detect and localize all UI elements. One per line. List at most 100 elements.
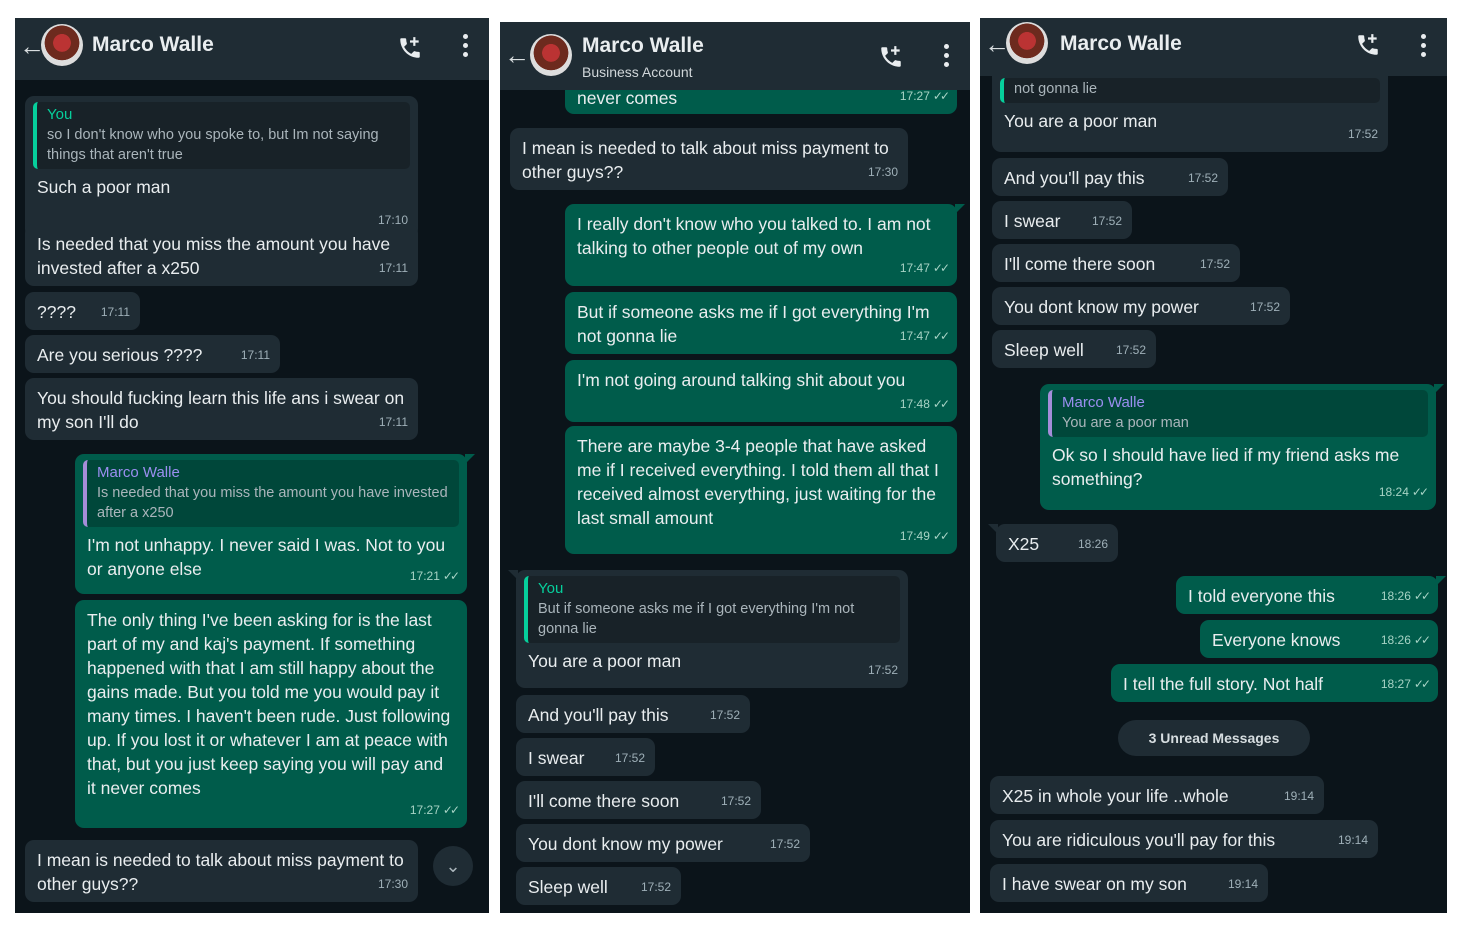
message-text: Ok so I should have lied if my friend as… (1052, 445, 1400, 489)
message-bubble[interactable]: Are you serious ???? 17:11 (25, 335, 280, 373)
read-ticks-icon: ✓✓ (932, 89, 950, 103)
avatar[interactable] (1006, 22, 1048, 64)
quote-author: You (538, 580, 564, 597)
message-text: Sleep well (528, 877, 608, 897)
message-text: And you'll pay this (1004, 168, 1145, 188)
avatar[interactable] (41, 24, 83, 66)
message-bubble[interactable]: I have swear on my son 19:14 (990, 864, 1268, 902)
message-time: 17:52 (640, 880, 671, 894)
message-text: X25 in whole your life ..whole (1002, 786, 1229, 806)
read-ticks-icon: ✓✓ (1413, 633, 1431, 647)
message-time: 17:52 (1199, 257, 1230, 271)
quote-author: You (47, 106, 73, 123)
contact-name[interactable]: Marco Walle (1060, 32, 1182, 56)
chat-screenshot-1: ← Marco Walle You so I don't know who yo… (15, 18, 489, 913)
message-text: I swear (1004, 211, 1061, 231)
message-bubble[interactable]: The only thing I've been asking for is t… (75, 600, 467, 828)
message-time: 18:26 ✓✓ (1380, 589, 1431, 603)
add-call-icon[interactable] (397, 35, 423, 61)
message-time: 19:14 (1227, 877, 1258, 891)
message-bubble[interactable]: I swear 17:52 (992, 201, 1132, 239)
message-time: 17:30 (867, 165, 898, 179)
message-bubble[interactable]: You so I don't know who you spoke to, bu… (25, 96, 418, 238)
message-bubble[interactable]: X25 in whole your life ..whole 19:14 (990, 776, 1324, 814)
message-time: 17:11 (240, 348, 270, 362)
message-text: You are ridiculous you'll pay for this (1002, 830, 1276, 850)
message-time: 18:27 ✓✓ (1380, 677, 1431, 691)
message-bubble[interactable]: You dont know my power 17:52 (992, 287, 1290, 325)
message-bubble[interactable]: And you'll pay this 17:52 (992, 158, 1228, 196)
quoted-reply[interactable]: You But if someone asks me if I got ever… (524, 576, 900, 643)
add-call-icon[interactable] (878, 44, 904, 70)
message-bubble[interactable]: Is needed that you miss the amount you h… (25, 224, 418, 286)
message-bubble[interactable]: X25 18:26 (988, 524, 1118, 562)
message-text: I told everyone this (1188, 586, 1335, 606)
scroll-down-icon[interactable]: ⌄ (433, 846, 473, 886)
message-bubble[interactable]: Marco Walle You are a poor man Ok so I s… (1040, 384, 1444, 510)
message-bubble[interactable]: Everyone knows 18:26 ✓✓ (1200, 620, 1438, 658)
avatar[interactable] (530, 34, 572, 76)
quoted-reply[interactable]: Marco Walle You are a poor man (1048, 390, 1428, 437)
message-text: I'm not unhappy. I never said I was. Not… (87, 535, 446, 579)
message-bubble[interactable]: ???? 17:11 (25, 292, 140, 330)
message-text: Everyone knows (1212, 630, 1341, 650)
more-options-icon[interactable] (1421, 34, 1427, 60)
message-text: You should fucking learn this life ans i… (37, 388, 405, 432)
read-ticks-icon: ✓✓ (932, 397, 950, 411)
message-bubble[interactable]: I really don't know who you talked to. I… (565, 204, 965, 286)
read-ticks-icon: ✓✓ (1413, 677, 1431, 691)
more-options-icon[interactable] (944, 44, 950, 70)
message-bubble[interactable]: And you'll pay this 17:52 (516, 695, 750, 733)
read-ticks-icon: ✓✓ (932, 529, 950, 543)
message-time: 17:52 (709, 708, 740, 722)
back-arrow-icon[interactable]: ← (504, 42, 530, 68)
message-text: I'll come there soon (1004, 254, 1156, 274)
message-text: never comes (577, 88, 678, 108)
quoted-reply[interactable]: You so I don't know who you spoke to, bu… (33, 102, 410, 169)
message-bubble[interactable]: I mean is needed to talk about miss paym… (510, 128, 908, 190)
quoted-reply[interactable]: not gonna lie (1000, 78, 1380, 103)
message-bubble[interactable]: I'm not going around talking shit about … (565, 360, 957, 422)
message-text: Sleep well (1004, 340, 1084, 360)
message-time: 17:47 ✓✓ (899, 329, 950, 343)
add-call-icon[interactable] (1355, 32, 1381, 58)
message-bubble[interactable]: There are maybe 3-4 people that have ask… (565, 426, 957, 554)
message-time: 19:14 (1337, 833, 1368, 847)
message-bubble[interactable]: Sleep well 17:52 (516, 867, 681, 905)
message-time: 19:14 (1283, 789, 1314, 803)
message-bubble[interactable]: You are ridiculous you'll pay for this 1… (990, 820, 1378, 858)
read-ticks-icon: ✓✓ (442, 803, 460, 817)
chat-header: ← Marco Walle Business Account (500, 22, 970, 90)
message-bubble[interactable]: Marco Walle Is needed that you miss the … (75, 454, 475, 594)
quoted-reply[interactable]: Marco Walle Is needed that you miss the … (83, 460, 459, 527)
read-ticks-icon: ✓✓ (932, 261, 950, 275)
message-text: I'm not going around talking shit about … (577, 370, 906, 390)
message-bubble[interactable]: I'll come there soon 17:52 (992, 244, 1240, 282)
contact-name[interactable]: Marco Walle (92, 33, 214, 57)
chat-screenshot-2: ← Marco Walle Business Account never com… (500, 22, 970, 913)
message-time: 17:30 (377, 877, 408, 891)
message-bubble[interactable]: I tell the full story. Not half 18:27 ✓✓ (1111, 664, 1438, 702)
message-text: X25 (1008, 534, 1040, 554)
message-bubble[interactable]: I swear 17:52 (516, 738, 655, 776)
read-ticks-icon: ✓✓ (442, 569, 460, 583)
contact-name[interactable]: Marco Walle (582, 34, 704, 58)
message-bubble[interactable]: I mean is needed to talk about miss paym… (25, 840, 418, 902)
message-time: 17:49 ✓✓ (899, 529, 950, 543)
message-time: 17:11 (378, 261, 408, 275)
message-bubble[interactable]: I'll come there soon 17:52 (516, 781, 761, 819)
message-bubble[interactable]: But if someone asks me if I got everythi… (565, 292, 957, 354)
message-bubble[interactable]: Sleep well 17:52 (992, 330, 1156, 368)
message-text: I really don't know who you talked to. I… (577, 214, 931, 258)
message-bubble[interactable]: You dont know my power 17:52 (516, 824, 810, 862)
message-time: 17:21 ✓✓ (409, 569, 460, 583)
message-time: 17:52 (1187, 171, 1218, 185)
message-bubble[interactable]: I told everyone this 18:26 ✓✓ (1176, 576, 1446, 614)
more-options-icon[interactable] (463, 34, 469, 60)
message-bubble[interactable]: You But if someone asks me if I got ever… (508, 570, 908, 688)
quote-text: You are a poor man (1062, 415, 1189, 431)
quote-text: But if someone asks me if I got everythi… (538, 601, 855, 637)
message-time: 18:26 (1077, 537, 1108, 551)
quote-author: Marco Walle (1062, 394, 1145, 411)
message-bubble[interactable]: You should fucking learn this life ans i… (25, 378, 418, 440)
